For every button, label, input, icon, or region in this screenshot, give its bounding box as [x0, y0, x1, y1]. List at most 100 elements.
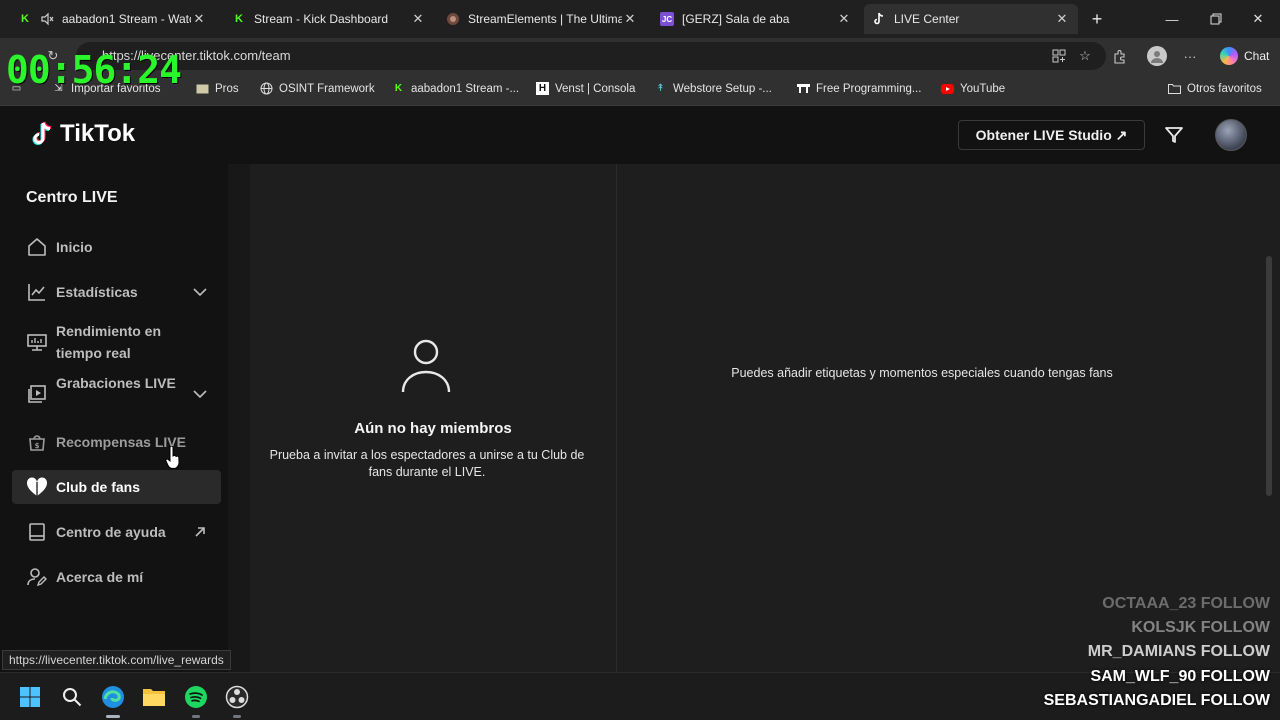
sidebar-item-label: Inicio: [56, 239, 93, 255]
minimize-button[interactable]: —: [1150, 0, 1194, 38]
copilot-chat-button[interactable]: Chat: [1212, 43, 1277, 69]
send-filter-icon[interactable]: [1163, 124, 1185, 146]
live-center-sidebar: Centro LIVE Inicio Estadísticas Rendimie…: [0, 164, 228, 672]
running-app-indicator: [192, 715, 200, 718]
plus-icon: +: [1091, 8, 1103, 29]
spotify-icon[interactable]: [184, 685, 208, 709]
follow-alert: KOLSJK FOLLOW: [1131, 619, 1270, 636]
sidebar-item-label: Grabaciones LIVE: [56, 375, 176, 391]
sidebar-item-recompensas[interactable]: $ Recompensas LIVE: [12, 431, 221, 453]
tiktok-icon: [872, 12, 886, 26]
tab-close-icon[interactable]: ✕: [410, 11, 426, 27]
more-menu-icon[interactable]: ···: [1181, 47, 1199, 65]
tiktok-logo[interactable]: TikTok: [32, 120, 135, 148]
bookmark-label: YouTube: [960, 82, 1006, 95]
sidebar-item-label: Centro de ayuda: [56, 524, 166, 540]
sidebar-title: Centro LIVE: [26, 189, 118, 206]
folder-icon: [196, 82, 209, 95]
follow-alert: SAM_WLF_90 FOLLOW: [1090, 668, 1270, 685]
muted-speaker-icon[interactable]: [40, 12, 54, 26]
follow-alert: MR_DAMIANS FOLLOW: [1087, 643, 1270, 660]
tiktok-header: TikTok Obtener LIVE Studio ↗: [0, 106, 1280, 164]
close-icon: ✕: [1252, 11, 1264, 26]
tab-close-icon[interactable]: ✕: [622, 11, 638, 27]
favorite-star-icon[interactable]: ☆: [1076, 47, 1094, 65]
heart-icon: [26, 476, 48, 498]
user-avatar[interactable]: [1215, 119, 1247, 151]
sidebar-item-club-de-fans[interactable]: Club de fans: [12, 470, 221, 504]
sidebar-item-grabaciones[interactable]: Grabaciones LIVE: [12, 372, 221, 416]
sidebar-item-inicio[interactable]: Inicio: [12, 236, 221, 258]
tab-kick-dashboard[interactable]: K Stream - Kick Dashboard ✕: [224, 4, 434, 34]
bookmark-label: Free Programming...: [816, 82, 922, 95]
bookmark-otros-favoritos[interactable]: Otros favoritos: [1168, 82, 1262, 95]
bookmark-aabadon[interactable]: K aabadon1 Stream -...: [392, 82, 519, 95]
active-app-indicator: [106, 715, 120, 718]
get-live-studio-button[interactable]: Obtener LIVE Studio ↗: [958, 120, 1145, 150]
fans-list-panel: [250, 164, 616, 672]
search-icon[interactable]: [60, 685, 84, 709]
file-explorer-icon[interactable]: [142, 685, 166, 709]
running-app-indicator: [233, 715, 241, 718]
book-icon: [26, 521, 48, 543]
bookmark-webstore[interactable]: ↟ Webstore Setup -...: [654, 82, 772, 95]
follow-alert: OCTAAA_23 FOLLOW: [1102, 595, 1270, 612]
svg-text:$: $: [35, 442, 40, 450]
restore-icon: [1210, 13, 1222, 25]
kick-icon: K: [21, 13, 29, 25]
new-tab-button[interactable]: +: [1084, 4, 1110, 34]
fcc-icon: [797, 82, 810, 95]
sidebar-item-label: Estadísticas: [56, 284, 138, 300]
sidebar-item-centro-de-ayuda[interactable]: Centro de ayuda: [12, 521, 221, 543]
tab-label: aabadon1 Stream - Watch L: [62, 12, 191, 26]
bookmark-free-programming[interactable]: Free Programming...: [797, 82, 921, 95]
bookmark-osint[interactable]: OSINT Framework: [260, 82, 375, 95]
tab-label: Stream - Kick Dashboard: [254, 12, 389, 26]
youtube-icon: [941, 82, 954, 95]
live-center-page: TikTok Obtener LIVE Studio ↗ Centro LIVE…: [0, 106, 1280, 672]
streamelements-icon: [446, 12, 460, 26]
bookmark-venst[interactable]: H Venst | Consola: [536, 82, 635, 95]
close-window-button[interactable]: ✕: [1236, 0, 1280, 38]
chevron-down-icon[interactable]: [191, 385, 209, 403]
tab-label: [GERZ] Sala de aba: [682, 12, 790, 26]
sidebar-item-label: Rendimiento en tiempo real: [56, 323, 162, 361]
h-icon: H: [536, 82, 549, 95]
tab-close-icon[interactable]: ✕: [836, 11, 852, 27]
sidebar-item-estadisticas[interactable]: Estadísticas: [12, 281, 221, 303]
mouse-cursor-hand-icon: [165, 446, 180, 469]
minimize-icon: —: [1165, 11, 1179, 27]
bookmark-youtube[interactable]: YouTube: [941, 82, 1005, 95]
tab-gerz-sala[interactable]: JC [GERZ] Sala de aba ✕: [652, 4, 860, 34]
sidebar-item-label: Acerca de mí: [56, 569, 144, 585]
bookmark-pros[interactable]: Pros: [196, 82, 239, 95]
edge-browser-icon[interactable]: [101, 685, 125, 709]
tab-aabadon-stream[interactable]: K aabadon1 Stream - Watch L ✕: [10, 4, 215, 34]
bookmark-label: OSINT Framework: [279, 82, 375, 95]
chart-icon: [26, 281, 48, 303]
sidebar-item-acerca-de-mi[interactable]: Acerca de mí: [12, 566, 221, 588]
monitor-icon: [26, 331, 48, 353]
bookmark-label: Venst | Consola: [555, 82, 636, 95]
obs-studio-icon[interactable]: [225, 685, 249, 709]
apps-icon[interactable]: [1050, 47, 1068, 65]
sidebar-item-label: Club de fans: [56, 479, 141, 495]
tab-close-icon[interactable]: ✕: [191, 11, 207, 27]
tiktok-wordmark: TikTok: [60, 120, 136, 147]
twitch-icon: JC: [660, 12, 674, 26]
extensions-icon[interactable]: [1110, 47, 1128, 65]
sidebar-item-rendimiento[interactable]: Rendimiento en tiempo real: [12, 320, 221, 364]
chevron-down-icon[interactable]: [191, 283, 209, 301]
tab-live-center[interactable]: LIVE Center ✕: [864, 4, 1078, 34]
address-bar[interactable]: https://livecenter.tiktok.com/team: [76, 42, 1106, 70]
tab-label: LIVE Center: [894, 12, 960, 26]
windows-start-icon[interactable]: [18, 685, 42, 709]
profile-icon[interactable]: [1147, 46, 1167, 66]
rewards-icon: $: [26, 431, 48, 453]
tab-close-icon[interactable]: ✕: [1054, 11, 1070, 27]
external-link-icon: [195, 527, 205, 537]
tab-streamelements[interactable]: StreamElements | The Ultimate S ✕: [438, 4, 646, 34]
kick-icon: K: [235, 13, 243, 25]
restore-button[interactable]: [1194, 0, 1238, 38]
scrollbar-thumb[interactable]: [1266, 256, 1272, 496]
